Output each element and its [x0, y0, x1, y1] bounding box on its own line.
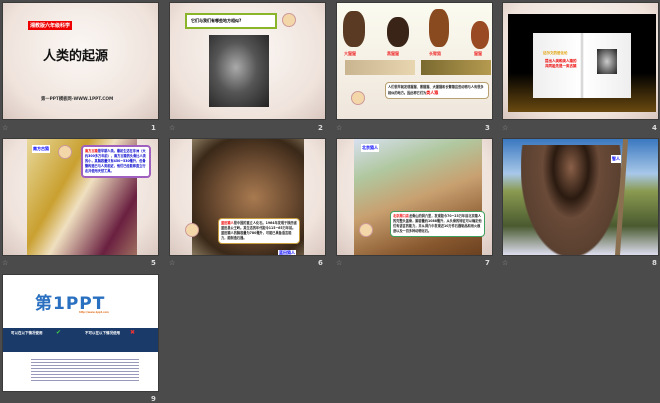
info-bubble: 南方古猿是早期人类。最初生活在非洲（大约300多万年前），南方古猿的头骨比人类的…: [81, 145, 151, 178]
slide-thumbnail-5[interactable]: 南方古猿 南方古猿是早期人类。最初生活在非洲（大约300多万年前），南方古猿的头…: [2, 138, 159, 256]
question-banner: 它们与我们有哪些地方相似?: [185, 13, 277, 29]
allowed-heading: 可以在以下情况使用: [11, 331, 43, 335]
transition-icon: ☆: [169, 259, 176, 267]
slide-thumbnail-6[interactable]: 蓝田猿人是中国的直立人化石。1964年发现于陕西省蓝田县公王岭。其生活的年代距今…: [169, 138, 326, 256]
highlight-text: 类人猿: [426, 90, 439, 95]
ape-image: [471, 21, 489, 49]
slide-tag: 南方古猿: [32, 145, 50, 153]
highlight-text: 蓝田猿人: [221, 221, 234, 225]
transition-icon: ☆: [502, 259, 509, 267]
highlight-text: 南方古猿: [85, 149, 98, 153]
cartoon-kid-icon: [359, 223, 373, 237]
forbidden-heading: 不可以在以下情况使用: [85, 331, 120, 335]
slide-thumbnail-9[interactable]: 第1PPT http://www.1ppt.com 可以在以下情况使用 ✔ 不可…: [2, 274, 159, 392]
slide-number: 9: [151, 395, 156, 403]
man-photo: [209, 35, 269, 107]
slide-thumbnail-3[interactable]: 大猩猩 黑猩猩 长臂猿 猩猩 人们很早就发现猩猩、黑猩猩、大猩猩和长臂猿这些动物…: [336, 2, 493, 120]
homo-sapiens-photo: [521, 145, 621, 255]
cartoon-kid-icon: [351, 91, 365, 105]
slide-thumbnail-8[interactable]: 智人: [502, 138, 659, 256]
slide-thumbnail-4[interactable]: 达尔文的进化论 提出人类和类人猿的共同祖先是一类古猿: [502, 2, 659, 120]
transition-icon: ☆: [502, 124, 509, 132]
logo-url: http://www.1ppt.com: [79, 311, 109, 314]
fossil-image: [421, 60, 491, 75]
ape-label: 长臂猿: [429, 51, 441, 56]
ape-image: [429, 9, 449, 47]
slide-number: 1: [151, 124, 156, 132]
transition-icon: ☆: [169, 124, 176, 132]
ape-image: [343, 11, 365, 47]
slide-thumbnail-1[interactable]: 湘教版六年级科学 人类的起源 第一PPT模板网-WWW.1PPT.COM: [2, 2, 159, 120]
slide-title: 人类的起源: [43, 49, 109, 64]
transition-icon: ☆: [336, 259, 343, 267]
info-bubble: 蓝田猿人是中国的直立人化石。1964年发现于陕西省蓝田县公王岭。其生活的年代距今…: [218, 218, 300, 244]
cave-illustration: [354, 139, 482, 255]
slide-thumbnail-7[interactable]: 北京猿人 北京周口店龙骨山的洞穴里，发现距今70~23万年前北京猿人的完整头盖骨…: [336, 138, 493, 256]
slide-tag: 蓝田猿人: [278, 250, 296, 255]
slide-tag: 智人: [611, 155, 621, 163]
ape-label: 大猩猩: [344, 51, 356, 56]
slide-tag: 北京猿人: [361, 144, 379, 152]
slide-number: 7: [485, 259, 490, 267]
darwin-portrait: [597, 49, 617, 74]
transition-icon: ☆: [336, 124, 343, 132]
transition-icon: ☆: [2, 124, 9, 132]
hand-image: [345, 60, 415, 75]
info-bubble: 北京周口店龙骨山的洞穴里，发现距今70~23万年前北京猿人的完整头盖骨，脑容量约…: [390, 211, 485, 237]
link-list: [31, 357, 139, 381]
slide-thumbnail-2[interactable]: 它们与我们有哪些地方相似?: [169, 2, 326, 120]
ape-label: 猩猩: [474, 51, 482, 56]
subject-badge: 湘教版六年级科学: [28, 21, 73, 30]
usage-banner: 可以在以下情况使用 ✔ 不可以在以下情况使用 ✖: [3, 328, 158, 352]
cartoon-kid-icon: [282, 13, 296, 27]
book-heading: 达尔文的进化论: [543, 51, 568, 55]
slide-number: 8: [652, 259, 657, 267]
slide-number: 3: [485, 124, 490, 132]
highlight-text: 北京周口店: [393, 214, 409, 218]
slide-number: 6: [318, 259, 323, 267]
transition-icon: ☆: [2, 259, 9, 267]
check-icon: ✔: [56, 329, 62, 336]
book-body: 提出人类和类人猿的共同祖先是一类古猿: [545, 59, 577, 68]
cartoon-kid-icon: [185, 223, 199, 237]
caption-bubble: 人们很早就发现猩猩、黑猩猩、大猩猩和长臂猿这些动物与人有很多相似的地方。因此称它…: [385, 82, 489, 99]
slide-number: 5: [151, 259, 156, 267]
ape-label: 黑猩猩: [387, 51, 399, 56]
cartoon-kid-icon: [58, 145, 72, 159]
slide-number: 4: [652, 124, 657, 132]
slide-number: 2: [318, 124, 323, 132]
ape-image: [387, 17, 409, 47]
cross-icon: ✖: [130, 329, 136, 336]
slide-footer: 第一PPT模板网-WWW.1PPT.COM: [41, 97, 114, 102]
